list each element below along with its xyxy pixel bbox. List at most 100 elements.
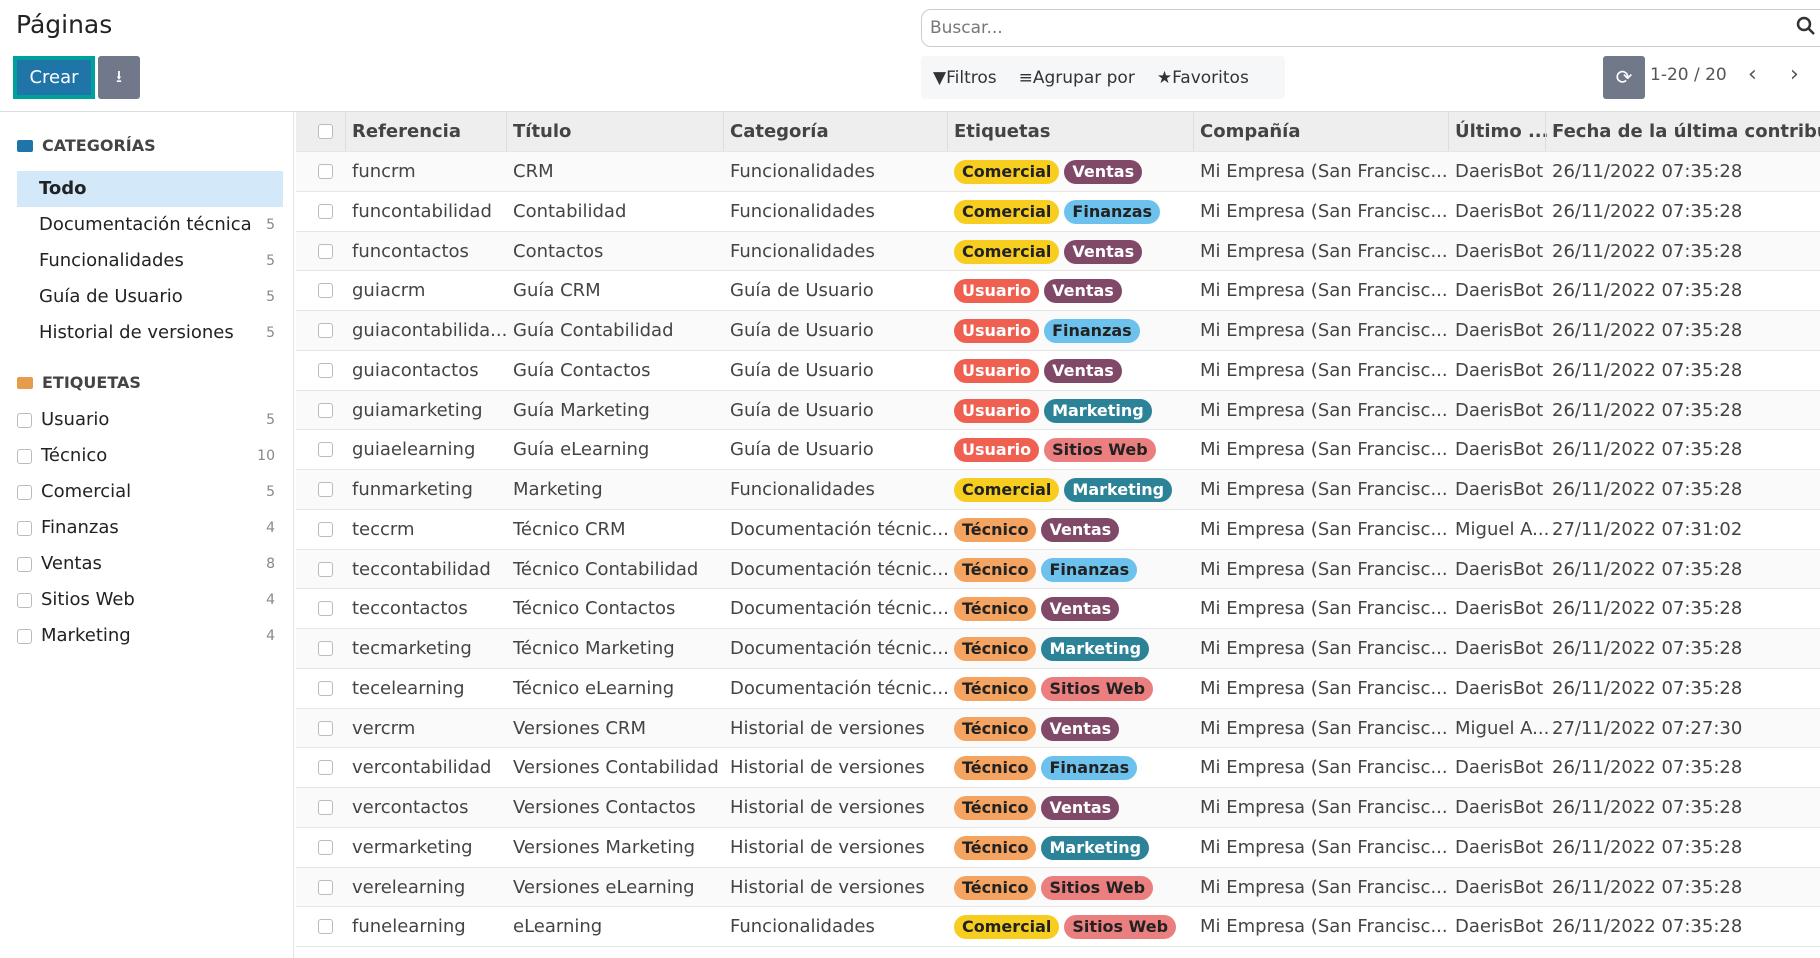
table-row[interactable]: funcrm CRM Funcionalidades Comercial Ventas M… xyxy=(296,152,1820,192)
sidebar-tag-filter[interactable]: Comercial 5 xyxy=(17,474,283,510)
tags-cell: Técnico Ventas xyxy=(954,709,1197,748)
filters-button[interactable]: ▼Filtros xyxy=(933,68,997,88)
row-checkbox[interactable] xyxy=(318,641,333,656)
title-cell: Guía Contabilidad xyxy=(513,320,674,341)
favorites-button[interactable]: ★Favoritos xyxy=(1157,68,1249,88)
category-count: 5 xyxy=(266,253,275,269)
row-checkbox[interactable] xyxy=(318,243,333,259)
table-header: Referencia Título Categoría Etiquetas Compañ… xyxy=(296,112,1820,152)
table-row[interactable]: guiaelearning Guía eLearning Guía de Usuar… xyxy=(296,430,1820,470)
table-row[interactable]: vercontabilidad Versiones Contabilidad His… xyxy=(296,748,1820,788)
table-row[interactable]: teccontactos Técnico Contactos Documentaci… xyxy=(296,589,1820,629)
last-contribution-date-cell: 26/11/2022 07:35:28 xyxy=(1552,797,1743,818)
row-checkbox[interactable] xyxy=(318,839,333,855)
sidebar-category-item[interactable]: Documentación técnica 5 xyxy=(17,207,283,243)
checkbox[interactable] xyxy=(17,593,32,608)
row-checkbox[interactable] xyxy=(318,164,333,179)
table-row[interactable]: vercrm Versiones CRM Historial de versione… xyxy=(296,708,1820,749)
sidebar-category-item[interactable]: Todo xyxy=(17,171,283,207)
table-row[interactable]: teccontabilidad Técnico Contabilidad Docum… xyxy=(296,549,1820,590)
chevron-right-icon[interactable]: › xyxy=(1790,62,1799,87)
row-checkbox[interactable] xyxy=(318,561,333,577)
column-header[interactable]: Compañía xyxy=(1193,112,1452,151)
sidebar-tag-filter[interactable]: Sitios Web 4 xyxy=(17,582,283,618)
table-row[interactable]: guiacrm Guía CRM Guía de Usuario Usuario Ven… xyxy=(296,271,1820,311)
sidebar-tag-filter[interactable]: Ventas 8 xyxy=(17,546,283,582)
row-checkbox[interactable] xyxy=(318,601,333,617)
table-row[interactable]: tecelearning Técnico eLearning Documentaci… xyxy=(296,669,1820,709)
table-row[interactable]: funcontactos Contactos Funcionalidades Come… xyxy=(296,231,1820,272)
group-by-button[interactable]: ≡Agrupar por xyxy=(1019,68,1135,88)
table-row[interactable]: vermarketing Versiones Marketing Historial… xyxy=(296,828,1820,868)
tags-cell: Comercial Ventas xyxy=(954,152,1197,191)
title-cell: Guía Marketing xyxy=(513,399,650,421)
search-input[interactable]: Buscar... xyxy=(921,9,1820,47)
reference-cell: tecmarketing xyxy=(352,638,472,659)
company-cell: Mi Empresa (San Francisc... xyxy=(1200,598,1448,620)
download-button[interactable]: ⭳ xyxy=(98,56,140,99)
row-checkbox[interactable] xyxy=(318,720,333,736)
create-button[interactable]: Crear xyxy=(13,56,95,99)
row-checkbox[interactable] xyxy=(318,879,333,895)
table-row[interactable]: funmarketing Marketing Funcionalidades Come… xyxy=(296,470,1820,510)
column-header[interactable]: Fecha de la última contribución xyxy=(1545,112,1820,151)
row-checkbox[interactable] xyxy=(318,680,333,696)
sidebar-tag-filter[interactable]: Finanzas 4 xyxy=(17,510,283,546)
pager-value[interactable]: 1-20 / 20 xyxy=(1650,65,1727,85)
checkbox[interactable] xyxy=(17,413,32,428)
last-contributor-cell: DaerisBot xyxy=(1455,598,1544,620)
table-row[interactable]: teccrm Técnico CRM Documentación técnic...… xyxy=(296,510,1820,550)
row-checkbox[interactable] xyxy=(318,362,333,378)
row-checkbox[interactable] xyxy=(318,203,333,219)
table-row[interactable]: guiacontactos Guía Contactos Guía de Usuar… xyxy=(296,351,1820,391)
checkbox[interactable] xyxy=(17,557,32,572)
reference-cell: vercrm xyxy=(352,717,416,739)
table-row[interactable]: funcontabilidad Contabilidad Funcionalidad… xyxy=(296,192,1820,232)
column-header[interactable]: Último ... xyxy=(1448,112,1549,151)
column-header[interactable]: Categoría xyxy=(723,112,951,151)
folder-icon xyxy=(17,376,33,389)
row-checkbox[interactable] xyxy=(318,760,333,776)
chevron-left-icon[interactable]: ‹ xyxy=(1748,62,1757,87)
title-cell: Técnico eLearning xyxy=(513,677,675,699)
table-row[interactable]: verelearning Versiones eLearning Historial… xyxy=(296,867,1820,908)
checkbox[interactable] xyxy=(17,449,32,464)
reference-cell: funelearning xyxy=(352,916,466,938)
table-row[interactable]: guiacontabilida... Guía Contabilidad Guía … xyxy=(296,311,1820,351)
row-checkbox[interactable] xyxy=(318,442,333,458)
tag-label: Comercial xyxy=(41,481,132,502)
sidebar-tag-filter[interactable]: Marketing 4 xyxy=(17,618,283,654)
table-row[interactable]: guiamarketing Guía Marketing Guía de Usuar… xyxy=(296,390,1820,431)
checkbox[interactable] xyxy=(17,485,32,500)
title-cell: Guía eLearning xyxy=(513,439,650,461)
table-row[interactable]: tecmarketing Técnico Marketing Documentaci… xyxy=(296,629,1820,669)
sidebar-tag-filter[interactable]: Usuario 5 xyxy=(17,402,283,438)
row-checkbox[interactable] xyxy=(318,800,333,815)
checkbox[interactable] xyxy=(17,629,32,644)
sidebar-category-item[interactable]: Guía de Usuario 5 xyxy=(17,279,283,315)
title-cell: Versiones CRM xyxy=(513,717,646,739)
column-header[interactable]: Referencia xyxy=(345,112,510,151)
row-checkbox[interactable] xyxy=(318,521,333,537)
column-header[interactable]: Etiquetas xyxy=(947,112,1197,151)
search-icon[interactable] xyxy=(1796,16,1816,36)
sidebar-tag-filter[interactable]: Técnico 10 xyxy=(17,438,283,474)
sidebar-category-item[interactable]: Historial de versiones 5 xyxy=(17,315,283,351)
reference-cell: funcontactos xyxy=(352,240,469,262)
select-all-checkbox[interactable] xyxy=(318,124,333,139)
title-cell: Versiones eLearning xyxy=(513,876,695,898)
title-cell: Técnico Contactos xyxy=(513,598,676,620)
company-cell: Mi Empresa (San Francisc... xyxy=(1200,558,1448,580)
row-checkbox[interactable] xyxy=(318,323,333,338)
checkbox[interactable] xyxy=(17,521,32,536)
row-checkbox[interactable] xyxy=(318,283,333,299)
table-row[interactable]: vercontactos Versiones Contactos Historial… xyxy=(296,788,1820,828)
table-row[interactable]: funelearning eLearning Funcionalidades Come… xyxy=(296,907,1820,947)
category-cell: Documentación técnic... xyxy=(730,518,949,540)
refresh-button[interactable]: ⟳ xyxy=(1603,56,1645,99)
row-checkbox[interactable] xyxy=(318,919,333,935)
row-checkbox[interactable] xyxy=(318,482,333,497)
row-checkbox[interactable] xyxy=(318,402,333,418)
column-header[interactable]: Título xyxy=(506,112,727,151)
sidebar-category-item[interactable]: Funcionalidades 5 xyxy=(17,243,283,279)
